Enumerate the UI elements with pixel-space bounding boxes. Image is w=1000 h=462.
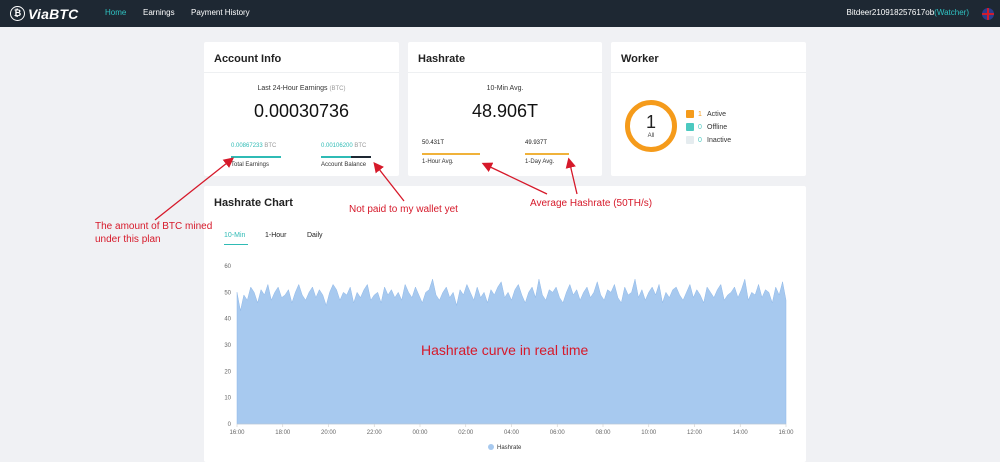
worker-total-count: 1	[645, 112, 656, 132]
earnings-label-row: Last 24-Hour Earnings (BTC)	[204, 85, 399, 92]
worker-donut-chart: 1 All	[625, 100, 677, 152]
card-divider	[408, 72, 602, 73]
y-tick-label: 60	[224, 264, 231, 270]
active-label: Active	[707, 110, 727, 118]
total-earnings-bar	[231, 156, 281, 158]
y-tick-label: 40	[224, 317, 231, 323]
earnings-unit: (BTC)	[329, 86, 346, 92]
ten-min-avg-label: 10-Min Avg.	[486, 85, 524, 92]
worker-total-label: All	[647, 133, 655, 139]
active-swatch	[686, 110, 694, 118]
account-name-menu[interactable]: Bitdeer210918257617ob(Watcher)	[847, 8, 969, 17]
one-day-avg-value: 49.937T	[525, 140, 548, 146]
one-hour-avg-label: 1-Hour Avg.	[422, 159, 454, 165]
legend-inactive: 0 Inactive	[686, 136, 731, 144]
total-earnings-unit: BTC	[264, 143, 277, 149]
one-day-avg-label: 1-Day Avg.	[525, 159, 555, 165]
offline-swatch	[686, 123, 694, 131]
x-tick-label: 16:00	[229, 430, 245, 436]
ten-min-avg-value: 48.906T	[471, 101, 539, 121]
inactive-count: 0	[698, 136, 702, 144]
account-balance-bar	[321, 156, 371, 158]
x-tick-label: 20:00	[321, 430, 337, 436]
account-info-title: Account Info	[214, 53, 282, 65]
nav-earnings[interactable]: Earnings	[143, 8, 175, 17]
bitcoin-logo-icon: ₿	[10, 6, 25, 21]
hashrate-chart-card: Hashrate Chart 10-Min 1-Hour Daily 0 10 20…	[204, 186, 806, 462]
one-day-avg-bar	[525, 153, 569, 155]
legend-label-hashrate: Hashrate	[497, 445, 522, 451]
offline-label: Offline	[707, 123, 728, 131]
nav-payment-history[interactable]: Payment History	[191, 8, 250, 17]
annotation-btc-mined-line1: The amount of BTC mined	[95, 221, 213, 232]
total-earnings-value: 0.00867233	[231, 143, 263, 149]
brand-name: ViaBTC	[28, 5, 79, 22]
annotation-btc-mined-line2: under this plan	[95, 234, 161, 245]
card-divider	[204, 72, 399, 73]
annotation-btc-mined: The amount of BTC mined under this plan	[95, 220, 212, 246]
language-flag-icon[interactable]	[982, 8, 994, 20]
annotation-not-paid: Not paid to my wallet yet	[349, 204, 458, 215]
x-tick-label: 22:00	[367, 430, 383, 436]
annotation-average-hashrate: Average Hashrate (50TH/s)	[530, 198, 653, 209]
card-divider	[611, 72, 806, 73]
account-balance-block: 0.00106200 BTC Account Balance	[321, 143, 371, 168]
viabtc-logo[interactable]: ₿ ViaBTC	[10, 4, 78, 23]
hashrate-card: Hashrate 10-Min Avg. 48.906T 50.431T 1-H…	[408, 42, 602, 176]
hashrate-area-chart[interactable]: 0 10 20 30 40 50 60 16:00 18:00 20:00 22:00 00:00 02…	[204, 186, 806, 462]
legend-offline: 0 Offline	[686, 123, 727, 131]
one-hour-avg-bar	[422, 153, 480, 155]
account-balance-unit: BTC	[354, 143, 367, 149]
x-tick-label: 10:00	[641, 430, 657, 436]
x-tick-label: 04:00	[504, 430, 520, 436]
inactive-swatch	[686, 136, 694, 144]
one-day-avg-block: 49.937T 1-Day Avg.	[525, 140, 569, 165]
active-count: 1	[698, 110, 702, 118]
account-info-card: Account Info Last 24-Hour Earnings (BTC)…	[204, 42, 399, 176]
one-hour-avg-block: 50.431T 1-Hour Avg.	[422, 140, 480, 165]
nav-home[interactable]: Home	[105, 8, 126, 17]
account-role: (Watcher)	[934, 8, 969, 17]
x-tick-label: 12:00	[687, 430, 703, 436]
offline-count: 0	[698, 123, 702, 131]
worker-title: Worker	[621, 53, 659, 65]
annotation-hashrate-curve: Hashrate curve in real time	[421, 342, 589, 358]
earnings-label: Last 24-Hour Earnings	[257, 85, 328, 92]
top-navigation-bar: ₿ ViaBTC Home Earnings Payment History B…	[0, 0, 1000, 27]
x-tick-label: 06:00	[550, 430, 566, 436]
worker-card: Worker 1 All 1 Active 0 Offline 0 Inacti…	[611, 42, 806, 176]
account-balance-label: Account Balance	[321, 162, 367, 168]
x-tick-label: 08:00	[595, 430, 611, 436]
x-tick-label: 00:00	[412, 430, 428, 436]
y-tick-label: 30	[224, 343, 231, 349]
one-hour-avg-value: 50.431T	[422, 140, 445, 146]
account-balance-value: 0.00106200	[321, 143, 353, 149]
y-tick-label: 50	[224, 290, 231, 296]
x-tick-label: 14:00	[733, 430, 749, 436]
legend-active: 1 Active	[686, 110, 726, 118]
last-24h-earnings-value: 0.00030736	[253, 101, 350, 121]
y-tick-label: 20	[224, 369, 231, 375]
y-tick-label: 10	[224, 396, 231, 402]
legend-swatch-hashrate	[488, 444, 494, 450]
x-tick-label: 18:00	[275, 430, 291, 436]
inactive-label: Inactive	[707, 136, 732, 144]
y-tick-label: 0	[228, 422, 232, 428]
x-tick-label: 16:00	[778, 430, 794, 436]
hashrate-title: Hashrate	[418, 53, 466, 65]
total-earnings-block: 0.00867233 BTC Total Earnings	[231, 143, 281, 168]
x-tick-label: 02:00	[458, 430, 474, 436]
account-name: Bitdeer210918257617ob	[846, 8, 935, 17]
total-earnings-label: Total Earnings	[231, 162, 270, 168]
